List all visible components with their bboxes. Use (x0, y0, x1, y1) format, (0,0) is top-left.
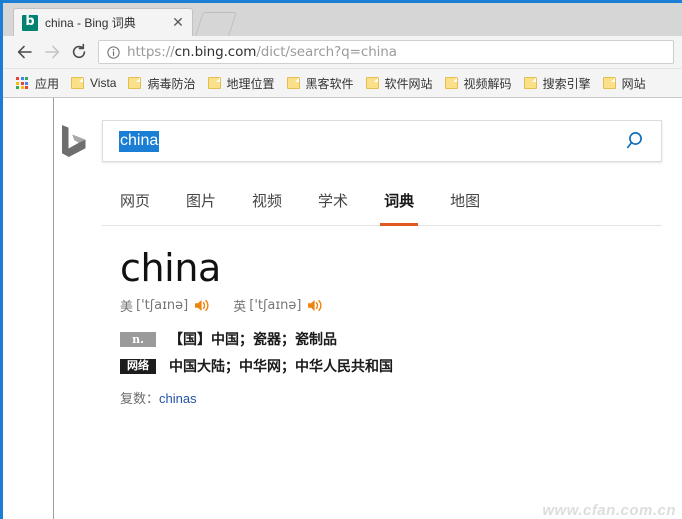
bookmark-label: 黑客软件 (305, 76, 354, 91)
bookmark-hacker-software[interactable]: 黑客软件 (282, 72, 359, 95)
pronunciation-lang: 美 (120, 299, 134, 314)
bookmark-label: 地理位置 (226, 76, 275, 91)
browser-window: china - Bing 词典 ✕ (0, 0, 682, 519)
content-left-rule (53, 98, 54, 519)
search-query-text: china (119, 130, 160, 152)
forward-button[interactable] (38, 39, 65, 66)
part-of-speech-badge: n. (120, 331, 156, 347)
apps-grid-icon (16, 77, 28, 89)
tab-videos[interactable]: 视频 (234, 182, 300, 226)
browser-toolbar: https://cn.bing.com/dict/search?q=china (3, 36, 682, 69)
tab-strip: china - Bing 词典 ✕ (3, 3, 682, 36)
folder-icon (365, 77, 379, 89)
bookmark-geolocation[interactable]: 地理位置 (203, 72, 280, 95)
new-tab-button[interactable] (195, 12, 237, 36)
pronunciation-us: 美 ['tʃaɪnə] (120, 296, 211, 315)
folder-icon (602, 77, 616, 89)
bing-favicon-icon (22, 13, 38, 31)
url-path: /dict/search?q=china (256, 44, 397, 60)
back-button[interactable] (11, 39, 38, 66)
tab-images[interactable]: 图片 (168, 182, 234, 226)
address-bar[interactable]: https://cn.bing.com/dict/search?q=china (98, 40, 674, 64)
dictionary-entry: china 美 ['tʃaɪnə] 英 ['tʃaɪnə] n. 【国】中国；瓷… (120, 246, 680, 407)
forward-arrow-icon (44, 45, 59, 59)
url-scheme: https:// (127, 44, 175, 60)
bookmark-websites[interactable]: 网站 (598, 72, 651, 95)
back-arrow-icon (17, 45, 32, 59)
bookmark-label: 视频解码 (463, 76, 512, 91)
sense-definition: 【国】中国；瓷器；瓷制品 (169, 331, 337, 347)
search-vertical-tabs: 网页 图片 视频 学术 词典 地图 (102, 182, 662, 226)
tab-title: china - Bing 词典 (45, 15, 136, 30)
bookmark-antivirus[interactable]: 病毒防治 (123, 72, 200, 95)
inflection-label: 复数： (120, 391, 160, 406)
pronunciation-uk: 英 ['tʃaɪnə] (233, 296, 324, 315)
bookmark-apps[interactable]: 应用 (11, 72, 64, 95)
watermark: www.cfan.com.cn (542, 502, 676, 519)
close-icon[interactable]: ✕ (170, 14, 186, 31)
page-title: china (120, 246, 221, 290)
network-badge: 网络 (120, 358, 156, 374)
pronunciation-row: 美 ['tʃaɪnə] 英 ['tʃaɪnə] (120, 296, 680, 315)
folder-icon (128, 77, 142, 89)
tab-maps[interactable]: 地图 (432, 182, 498, 226)
bookmark-video-codec[interactable]: 视频解码 (440, 72, 517, 95)
sense-definition: 中国大陆；中华网；中华人民共和国 (169, 358, 393, 374)
bookmark-software-sites[interactable]: 软件网站 (361, 72, 438, 95)
bookmarks-bar: 应用 Vista 病毒防治 地理位置 黑客软件 软件网站 视频解码 搜索引擎 网… (3, 69, 682, 98)
folder-icon (444, 77, 458, 89)
page-content: china 网页 图片 视频 学术 词典 地图 china 美 ['tʃaɪnə… (3, 98, 682, 519)
sense-row: 网络 中国大陆；中华网；中华人民共和国 (120, 356, 680, 376)
bookmark-label: 应用 (35, 76, 60, 91)
pronunciation-ipa: ['tʃaɪnə] (136, 298, 189, 313)
inflection-link[interactable]: chinas (159, 391, 197, 406)
reload-icon (72, 43, 85, 59)
folder-icon (523, 77, 537, 89)
bookmark-label: Vista (90, 76, 117, 90)
browser-tab[interactable]: china - Bing 词典 ✕ (13, 8, 193, 36)
bookmark-label: 网站 (621, 76, 646, 91)
inflection-row: 复数：chinas (120, 388, 680, 407)
bookmark-label: 软件网站 (384, 76, 433, 91)
folder-icon (71, 77, 85, 89)
speaker-icon[interactable] (194, 298, 211, 313)
pronunciation-ipa: ['tʃaɪnə] (249, 298, 302, 313)
reload-button[interactable] (65, 39, 92, 66)
tab-dictionary[interactable]: 词典 (366, 182, 432, 226)
sense-list: n. 【国】中国；瓷器；瓷制品 网络 中国大陆；中华网；中华人民共和国 (120, 329, 680, 376)
folder-icon (286, 77, 300, 89)
bookmark-vista[interactable]: Vista (66, 73, 121, 93)
pronunciation-lang: 英 (233, 299, 247, 314)
tab-web[interactable]: 网页 (102, 182, 168, 226)
folder-icon (207, 77, 221, 89)
speaker-icon[interactable] (307, 298, 324, 313)
bookmark-label: 搜索引擎 (542, 76, 591, 91)
tab-academic[interactable]: 学术 (300, 182, 366, 226)
search-magnifier-icon[interactable] (625, 129, 649, 153)
bing-logo[interactable] (59, 124, 89, 158)
url-host: cn.bing.com (174, 44, 257, 60)
info-circle-icon[interactable] (107, 45, 120, 59)
bookmark-label: 病毒防治 (147, 76, 196, 91)
search-input[interactable]: china (102, 120, 662, 162)
address-bar-url: https://cn.bing.com/dict/search?q=china (127, 44, 397, 60)
sense-row: n. 【国】中国；瓷器；瓷制品 (120, 329, 680, 349)
bookmark-search-engines[interactable]: 搜索引擎 (519, 72, 596, 95)
